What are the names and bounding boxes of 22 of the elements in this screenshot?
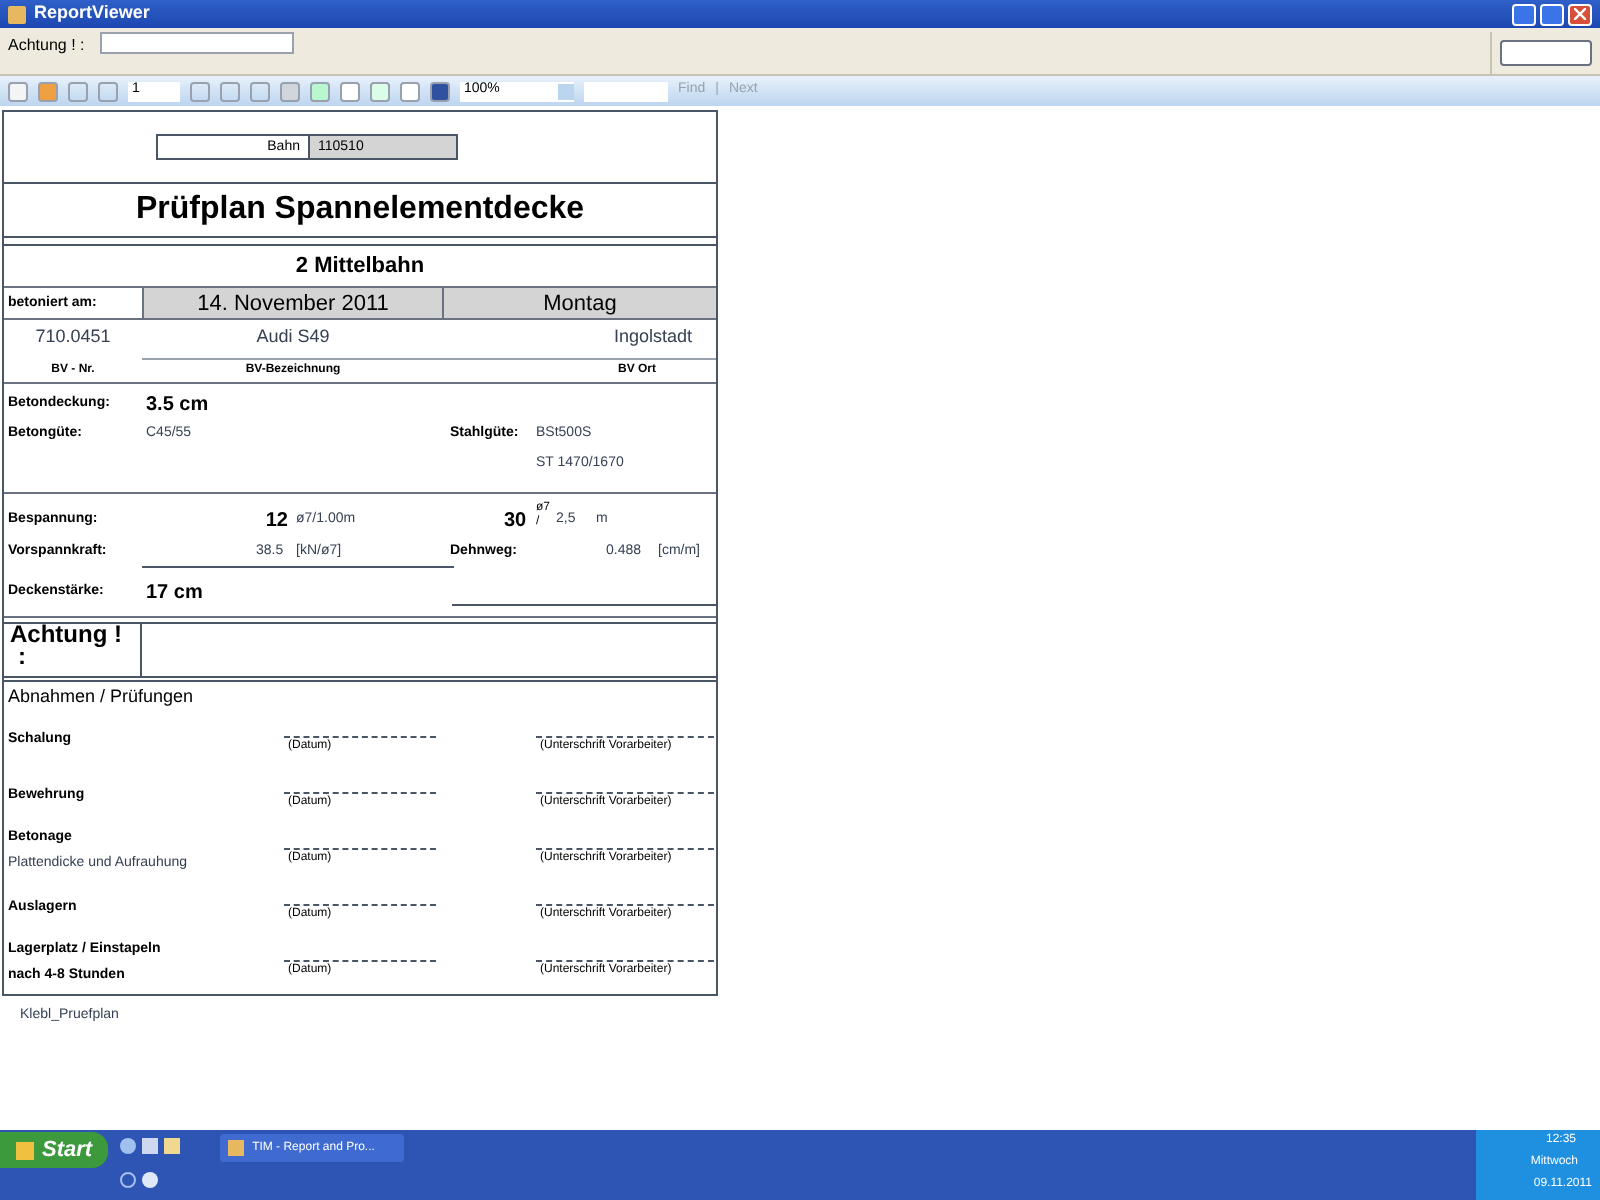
report-subtitle: 2 Mittelbahn xyxy=(4,244,716,286)
field-value: 17 cm xyxy=(146,579,203,607)
field-value: 30 xyxy=(504,507,529,535)
section-title: Abnahmen / Prüfungen xyxy=(6,684,196,710)
field-value: 12 xyxy=(263,507,290,535)
parameter-input[interactable] xyxy=(100,32,295,54)
project-value: 710.0451 xyxy=(33,324,113,350)
date-value: 14. November 2011 xyxy=(142,288,444,318)
achtung-label: Achtung ! xyxy=(10,624,124,646)
start-button[interactable]: Start xyxy=(0,1132,109,1168)
view-report-button[interactable] xyxy=(1500,40,1592,66)
field-value: 3.5 cm xyxy=(146,391,209,419)
project-value: Audi S49 xyxy=(254,324,332,350)
weekday-value: Montag xyxy=(444,288,716,318)
close-icon xyxy=(1574,8,1586,20)
close-button[interactable] xyxy=(1568,3,1592,25)
achtung-colon: : xyxy=(18,646,26,668)
project-value: Ingolstadt xyxy=(611,324,694,350)
window-title: ReportViewer xyxy=(34,0,150,27)
parameter-label: Achtung ! : xyxy=(8,34,85,58)
report-title: Prüfplan Spannelementdecke xyxy=(4,182,716,238)
find-input[interactable] xyxy=(584,81,668,101)
